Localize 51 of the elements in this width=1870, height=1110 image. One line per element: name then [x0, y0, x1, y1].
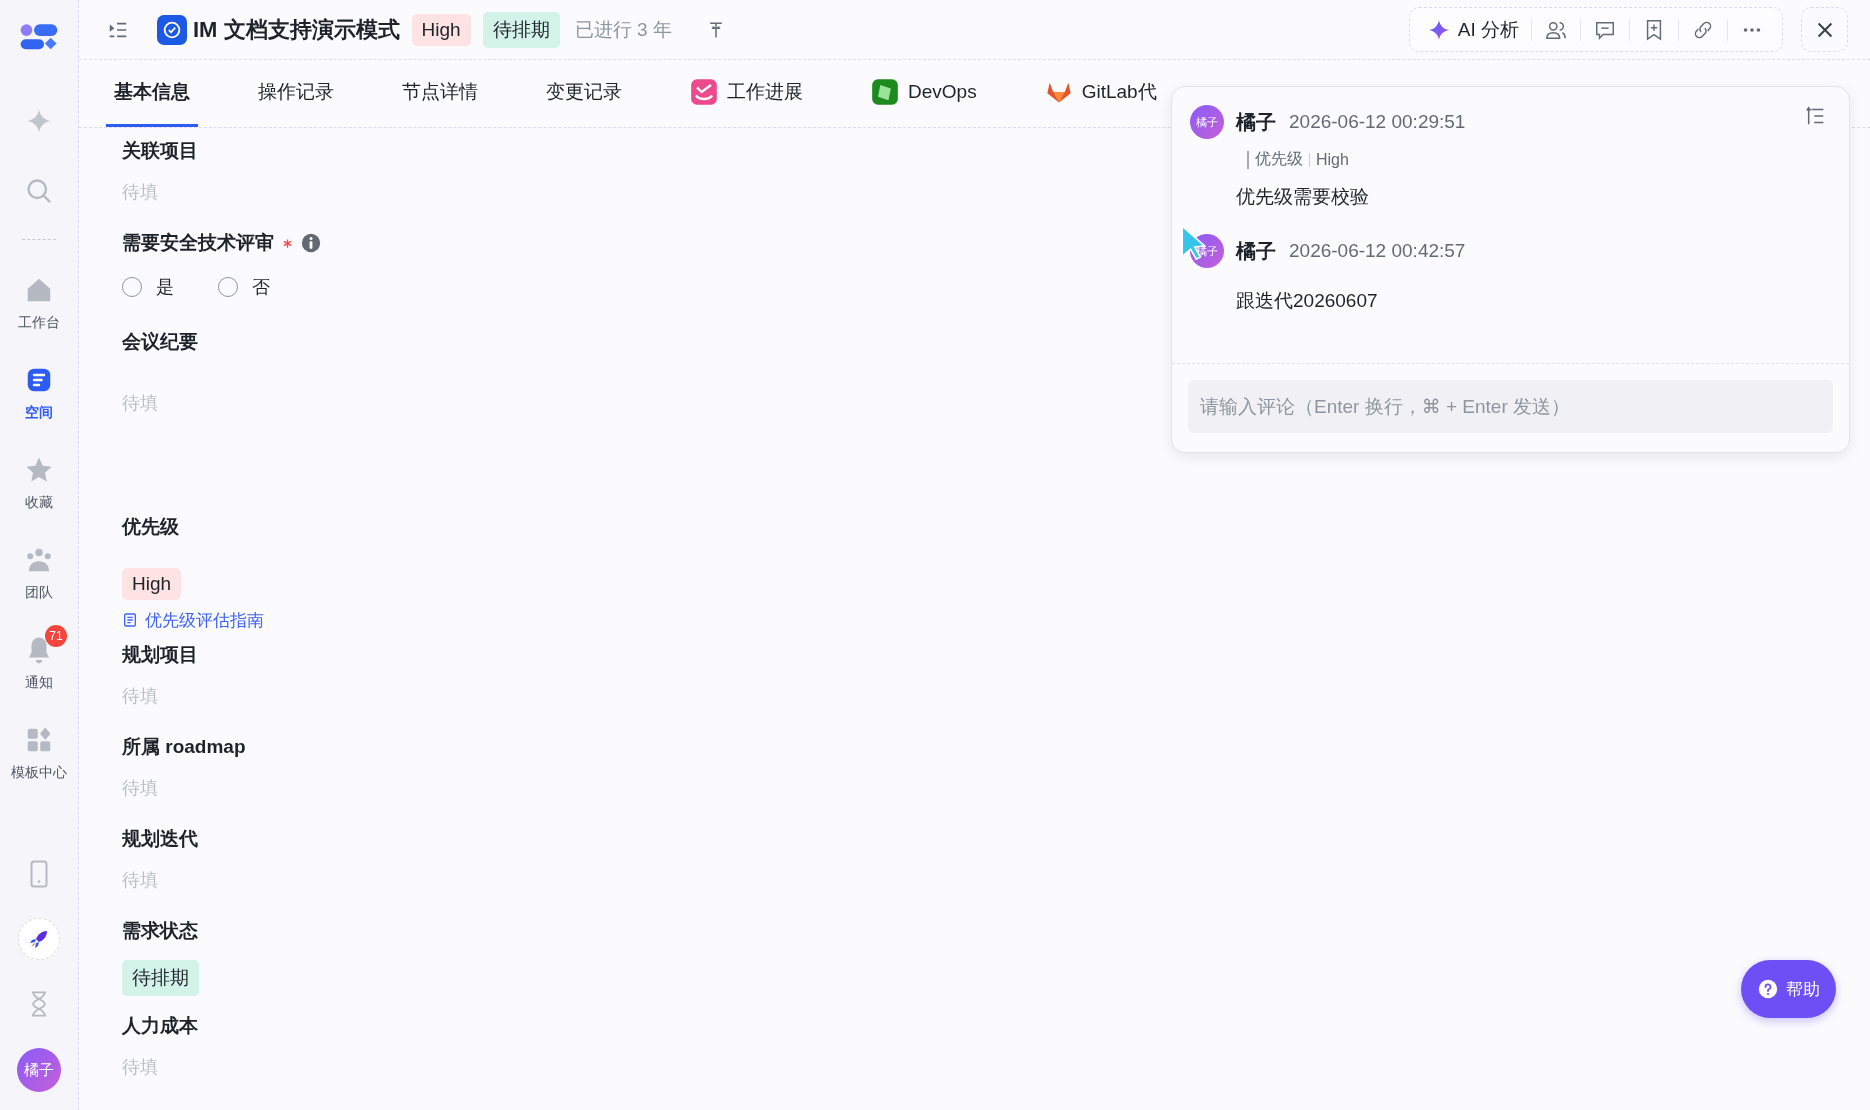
comment-time: 2026-06-12 00:42:57 — [1289, 240, 1466, 262]
field-label: 规划项目 — [122, 643, 198, 667]
rocket-button[interactable] — [18, 918, 60, 960]
help-icon — [1757, 979, 1778, 999]
info-icon[interactable] — [301, 233, 321, 253]
comment-time: 2026-06-12 00:29:51 — [1289, 111, 1466, 133]
sidebar-item[interactable]: 71 通知 — [3, 623, 75, 702]
changed-field: 优先级 — [1255, 149, 1303, 170]
sidebar-item[interactable]: 空间 — [3, 353, 75, 432]
sidebar-item[interactable]: 工作台 — [3, 263, 75, 342]
guide-link[interactable]: 优先级评估指南 — [122, 608, 264, 632]
field-label: 关联项目 — [122, 139, 198, 163]
elapsed-time: 已进行 3 年 — [574, 17, 672, 42]
progress-app-icon — [690, 78, 718, 106]
status-tag: High — [411, 13, 471, 46]
field-label: 规划迭代 — [122, 827, 198, 851]
comment-author: 橘子 — [1236, 238, 1276, 264]
tab[interactable]: DevOps — [863, 60, 985, 127]
comment-text: 优先级需要校验 — [1236, 185, 1370, 209]
sidebar-item[interactable]: 团队 — [3, 533, 75, 612]
page-title: IM 文档支持演示模式 — [193, 15, 400, 44]
field-label: 需求状态 — [122, 919, 198, 943]
document-icon — [122, 612, 138, 628]
tab[interactable]: GitLab代 — [1036, 60, 1165, 127]
field-label: 需要安全技术评审 — [122, 231, 274, 255]
field-label: 人力成本 — [122, 1014, 198, 1038]
tab[interactable]: 基本信息 — [106, 60, 198, 127]
tab[interactable]: 变更记录 — [538, 60, 630, 127]
user-avatar[interactable]: 橘子 — [17, 1048, 61, 1092]
tab[interactable]: 节点详情 — [394, 60, 486, 127]
tab[interactable]: 操作记录 — [250, 60, 342, 127]
field-label: 会议纪要 — [122, 330, 198, 354]
comment-author: 橘子 — [1236, 109, 1276, 135]
field-tag[interactable]: 待排期 — [122, 960, 199, 996]
comment-text: 跟迭代20260607 — [1236, 289, 1379, 313]
help-button[interactable]: 帮助 — [1741, 960, 1836, 1018]
devops-app-icon — [871, 78, 899, 106]
field-label: 所属 roadmap — [122, 735, 246, 759]
status-tag: 待排期 — [482, 11, 560, 48]
sidebar-item[interactable]: 收藏 — [3, 443, 75, 522]
field-tag[interactable]: High — [122, 568, 182, 600]
sidebar-item[interactable]: 模板中心 — [3, 713, 75, 792]
radio-option[interactable]: 否 — [218, 275, 270, 299]
radio-option[interactable]: 是 — [122, 275, 174, 299]
notification-badge: 71 — [45, 625, 67, 647]
close-button[interactable] — [1801, 7, 1848, 52]
changed-value: High — [1316, 150, 1349, 169]
user-avatar: 橘子 — [1190, 105, 1224, 139]
comment-input[interactable]: 请输入评论（Enter 换行，⌘ + Enter 发送） — [1188, 380, 1833, 433]
field-label: 优先级 — [122, 515, 179, 539]
tab[interactable]: 工作进展 — [682, 60, 811, 127]
